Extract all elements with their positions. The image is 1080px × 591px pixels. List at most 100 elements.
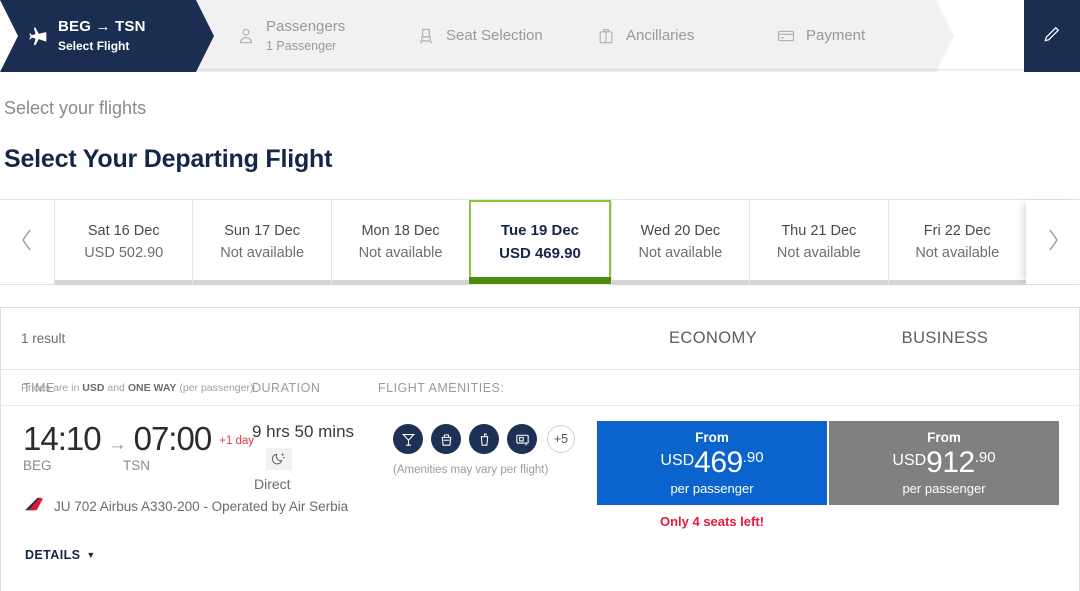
date-tile-tue-19-dec[interactable]: Tue 19 Dec USD 469.90 — [469, 200, 612, 284]
economy-decimals: .90 — [742, 449, 764, 466]
page-title: Select Your Departing Flight — [4, 145, 333, 173]
date-tile-price: Not available — [638, 245, 723, 261]
economy-amount: 469 — [694, 446, 743, 479]
step-title: BEG → TSN — [58, 18, 146, 36]
date-tile-date: Fri 22 Dec — [923, 223, 991, 239]
business-currency: USD — [892, 452, 927, 469]
business-price-button[interactable]: From USD 912 .90 per passenger — [829, 421, 1059, 505]
flight-result-row: 14:10 → 07:00 +1 day BEG TSN 9 hrs 50 mi… — [1, 406, 1079, 591]
arrival-airport-code: TSN — [123, 458, 150, 473]
flight-duration: 9 hrs 50 mins — [252, 422, 355, 441]
results-column-headers: TIME DURATION FLIGHT AMENITIES: Prices a… — [1, 370, 1079, 406]
business-from-label: From — [927, 430, 961, 445]
details-label: DETAILS — [25, 548, 81, 562]
results-panel: 1 result ECONOMY BUSINESS TIME DURATION … — [0, 307, 1080, 591]
arrow-icon: → — [107, 434, 127, 455]
step-text: Seat Selection — [446, 27, 543, 46]
date-tile-sat-16-dec[interactable]: Sat 16 Dec USD 502.90 — [54, 200, 193, 285]
date-tile-thu-21-dec[interactable]: Thu 21 Dec Not available — [749, 200, 888, 285]
cocktail-icon[interactable] — [393, 424, 423, 454]
details-toggle[interactable]: DETAILS ▼ — [25, 548, 96, 562]
step-title: Seat Selection — [446, 26, 543, 44]
air-serbia-tail-logo — [23, 496, 45, 517]
economy-price: USD 469 .90 — [660, 446, 763, 480]
date-tiles: Sat 16 Dec USD 502.90 Sun 17 Dec Not ava… — [54, 200, 1027, 285]
step-seat-selection[interactable]: Seat Selection — [376, 0, 574, 72]
plane-icon — [28, 26, 48, 46]
business-decimals: .90 — [974, 449, 996, 466]
business-per-passenger: per passenger — [902, 481, 986, 496]
step-title: Passengers — [266, 17, 346, 35]
step-text: Payment — [806, 27, 865, 46]
chevron-down-icon: ▼ — [86, 550, 96, 560]
price-currency-note: Prices are in USD and ONE WAY (per passe… — [21, 382, 253, 394]
airline-flight-details: JU 702 Airbus A330-200 - Operated by Air… — [54, 499, 349, 514]
step-title: Payment — [806, 26, 866, 44]
suitcase-icon — [596, 26, 616, 46]
arrival-time: 07:00 — [133, 420, 213, 457]
step-text: Ancillaries — [626, 27, 694, 46]
step-text: Passengers 1 Passenger — [266, 18, 345, 54]
step-title: Ancillaries — [626, 26, 695, 44]
step-subtitle: Select Flight — [58, 38, 130, 53]
date-next-button[interactable] — [1026, 200, 1080, 284]
column-header-duration: DURATION — [252, 380, 321, 395]
beverage-icon[interactable] — [469, 424, 499, 454]
flight-duration-block: 9 hrs 50 mins Direct — [252, 422, 382, 492]
date-tile-price: Not available — [220, 245, 305, 261]
date-tile-fri-22-dec[interactable]: Fri 22 Dec Not available — [887, 200, 1027, 285]
airline-info-row: JU 702 Airbus A330-200 - Operated by Air… — [23, 496, 348, 517]
note-suffix: (per passenger) — [176, 381, 254, 394]
step-list: BEG → TSN Select Flight Passengers 1 Pas… — [0, 0, 1080, 72]
flight-amenities-block: +5 (Amenities may vary per flight) — [393, 424, 575, 476]
entertainment-screen-icon[interactable] — [507, 424, 537, 454]
chevron-left-icon — [19, 227, 35, 258]
cabin-header-economy: ECONOMY — [668, 329, 758, 347]
date-tile-mon-18-dec[interactable]: Mon 18 Dec Not available — [330, 200, 470, 285]
day-offset-badge: +1 day — [219, 435, 255, 447]
step-subtitle: 1 Passenger — [266, 38, 337, 53]
results-header: 1 result ECONOMY BUSINESS — [1, 308, 1079, 370]
business-price: USD 912 .90 — [892, 446, 995, 480]
date-tile-price: USD 502.90 — [84, 245, 164, 261]
date-tile-price: USD 469.90 — [499, 245, 581, 262]
seat-icon — [416, 26, 436, 46]
date-tile-price: Not available — [776, 245, 861, 261]
progress-stepbar: BEG → TSN Select Flight Passengers 1 Pas… — [0, 0, 1080, 72]
stepbar-shadow — [0, 69, 1080, 72]
date-tile-date: Sun 17 Dec — [224, 223, 301, 239]
date-tile-date: Tue 19 Dec — [500, 222, 580, 239]
economy-per-passenger: per passenger — [670, 481, 754, 496]
economy-price-button[interactable]: From USD 469 .90 per passenger — [597, 421, 827, 505]
date-tile-sun-17-dec[interactable]: Sun 17 Dec Not available — [192, 200, 332, 285]
date-tile-date: Wed 20 Dec — [640, 223, 721, 239]
step-ancillaries[interactable]: Ancillaries — [556, 0, 754, 72]
amenities-more-badge[interactable]: +5 — [547, 425, 575, 453]
date-prev-button[interactable] — [0, 200, 54, 284]
date-tile-wed-20-dec[interactable]: Wed 20 Dec Not available — [610, 200, 750, 285]
note-currency: USD — [82, 381, 105, 394]
date-tile-price: Not available — [915, 245, 1000, 261]
chevron-right-icon — [1045, 227, 1061, 258]
stops-label: Direct — [254, 476, 291, 492]
column-header-amenities: FLIGHT AMENITIES: — [378, 380, 505, 395]
meal-icon[interactable] — [431, 424, 461, 454]
note-mid: and — [104, 381, 128, 394]
page-eyebrow: Select your flights — [4, 98, 147, 118]
economy-from-label: From — [695, 430, 729, 445]
step-passengers[interactable]: Passengers 1 Passenger — [196, 0, 394, 72]
result-count: 1 result — [21, 331, 66, 346]
seats-left-warning: Only 4 seats left! — [659, 514, 765, 529]
step-select-flight[interactable]: BEG → TSN Select Flight — [0, 0, 214, 72]
column-header-time: TIME — [23, 380, 55, 395]
date-tile-date: Sat 16 Dec — [87, 223, 160, 239]
business-amount: 912 — [926, 446, 975, 479]
step-payment[interactable]: Payment — [736, 0, 954, 72]
note-direction: ONE WAY — [127, 381, 177, 394]
cabin-header-business: BUSINESS — [901, 329, 989, 347]
departure-time: 14:10 — [23, 420, 102, 457]
edit-search-button[interactable] — [1024, 0, 1080, 72]
moon-stars-icon — [266, 448, 292, 470]
amenity-icon-list: +5 — [393, 424, 575, 454]
departure-airport-code: BEG — [23, 458, 52, 473]
